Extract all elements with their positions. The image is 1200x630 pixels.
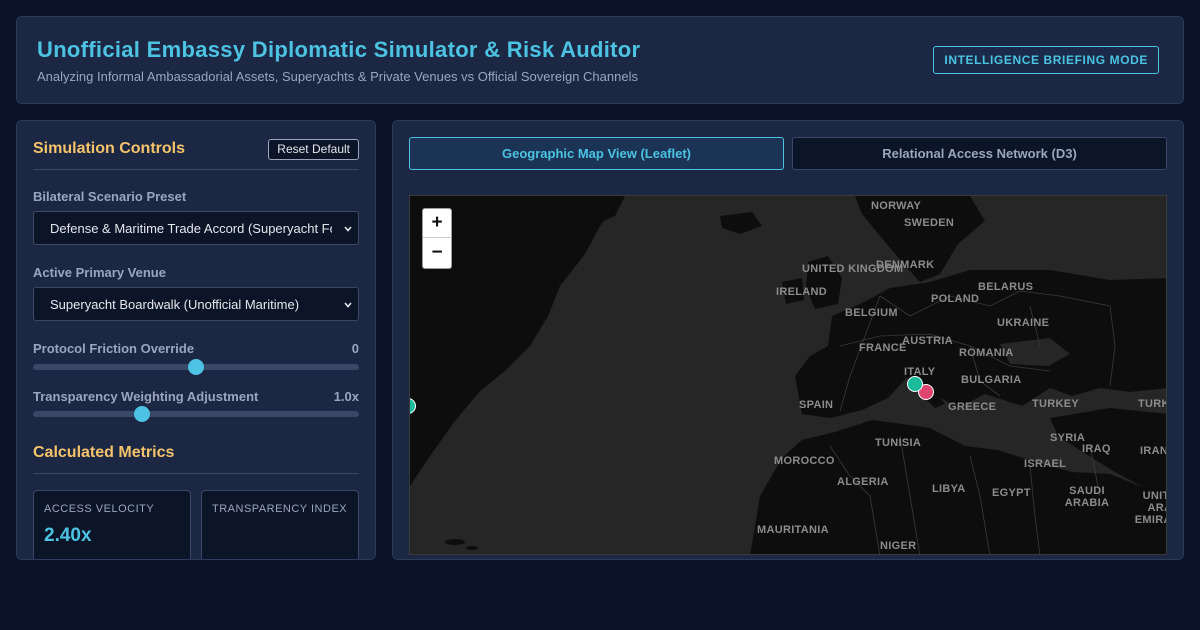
- map-label: ROMANIA: [959, 347, 1014, 359]
- slider-track: [33, 411, 359, 417]
- map-label: ITALY: [904, 366, 936, 378]
- tab-relational-network[interactable]: Relational Access Network (D3): [792, 137, 1167, 170]
- metric-label: TRANSPARENCY INDEX: [212, 503, 348, 515]
- chevron-down-icon: [344, 302, 352, 308]
- map-label: MOROCCO: [774, 455, 835, 467]
- page-title: Unofficial Embassy Diplomatic Simulator …: [37, 37, 641, 62]
- scenario-preset-label: Bilateral Scenario Preset: [33, 189, 187, 204]
- map-label: IRAQ: [1082, 443, 1111, 455]
- zoom-out-button[interactable]: −: [423, 239, 451, 268]
- map-label: SPAIN: [799, 399, 834, 411]
- protocol-friction-value: 0: [351, 341, 359, 356]
- basemap: [410, 196, 1166, 554]
- primary-venue-value: Superyacht Boardwalk (Unofficial Maritim…: [50, 297, 300, 312]
- metric-card-transparency-index: TRANSPARENCY INDEX: [201, 490, 359, 559]
- map-label: DENMARK: [876, 259, 935, 271]
- metric-value: 2.40x: [44, 525, 92, 546]
- map-label: SAUDI ARABIA: [1064, 485, 1110, 509]
- map-label: SYRIA: [1050, 432, 1086, 444]
- map-label: ISRAEL: [1024, 458, 1067, 470]
- map-label: TURK: [1138, 398, 1167, 410]
- map-label: TUNISIA: [875, 437, 922, 449]
- map-label: BELGIUM: [845, 307, 898, 319]
- map-label: IRAN: [1140, 445, 1167, 457]
- transparency-weighting-value: 1.0x: [333, 389, 359, 404]
- map-label: SWEDEN: [904, 217, 955, 229]
- protocol-friction-slider[interactable]: [33, 359, 359, 375]
- map-label: AUSTRIA: [902, 335, 953, 347]
- map-label: ALGERIA: [837, 476, 889, 488]
- primary-venue-select[interactable]: Superyacht Boardwalk (Unofficial Maritim…: [33, 287, 359, 321]
- map-label: GREECE: [948, 401, 997, 413]
- transparency-weighting-label: Transparency Weighting Adjustment: [33, 389, 259, 404]
- geographic-map[interactable]: NORWAY SWEDEN UNITED KINGDOM DENMARK BEL…: [409, 195, 1167, 555]
- map-label: BULGARIA: [961, 374, 1022, 386]
- map-label: TURKEY: [1032, 398, 1080, 410]
- visualization-panel: Geographic Map View (Leaflet) Relational…: [392, 120, 1184, 560]
- briefing-mode-badge[interactable]: INTELLIGENCE BRIEFING MODE: [933, 46, 1159, 74]
- transparency-weighting-slider[interactable]: [33, 406, 359, 422]
- map-label: NORWAY: [871, 200, 922, 212]
- map-label: EGYPT: [992, 487, 1031, 499]
- map-label: POLAND: [931, 293, 980, 305]
- official-venue-marker[interactable]: [907, 376, 923, 392]
- zoom-control: + −: [422, 208, 452, 269]
- map-label: UKRAINE: [997, 317, 1050, 329]
- divider: [33, 169, 359, 170]
- map-label: MAURITANIA: [757, 524, 829, 536]
- primary-venue-label: Active Primary Venue: [33, 265, 166, 280]
- map-label: BELARUS: [978, 281, 1034, 293]
- map-label: FRANCE: [859, 342, 907, 354]
- scenario-preset-select[interactable]: Defense & Maritime Trade Accord (Superya…: [33, 211, 359, 245]
- controls-title: Simulation Controls: [33, 140, 185, 157]
- map-label: UNITED ARAB EMIRATES: [1134, 490, 1166, 526]
- chevron-down-icon: [344, 226, 352, 232]
- zoom-in-button[interactable]: +: [423, 209, 451, 238]
- metric-label: ACCESS VELOCITY: [44, 503, 155, 515]
- slider-thumb[interactable]: [133, 406, 150, 422]
- page-subtitle: Analyzing Informal Ambassadorial Assets,…: [37, 69, 638, 84]
- metrics-title: Calculated Metrics: [33, 444, 175, 461]
- slider-thumb[interactable]: [188, 359, 204, 375]
- metric-card-access-velocity: ACCESS VELOCITY 2.40x: [33, 490, 191, 559]
- map-label: LIBYA: [932, 483, 966, 495]
- app-header: Unofficial Embassy Diplomatic Simulator …: [16, 16, 1184, 104]
- map-label: IRELAND: [776, 286, 827, 298]
- protocol-friction-label: Protocol Friction Override: [33, 341, 195, 356]
- divider: [33, 473, 359, 474]
- simulation-controls-panel: Simulation Controls Reset Default Bilate…: [16, 120, 376, 560]
- reset-default-button[interactable]: Reset Default: [268, 139, 359, 160]
- map-label: NIGER: [880, 540, 917, 552]
- scenario-preset-value: Defense & Maritime Trade Accord (Superya…: [50, 221, 332, 236]
- tab-geographic-map[interactable]: Geographic Map View (Leaflet): [409, 137, 784, 170]
